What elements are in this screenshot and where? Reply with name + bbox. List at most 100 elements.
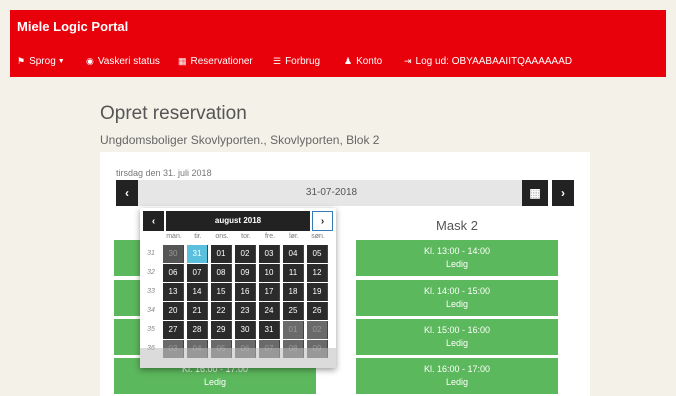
logout-icon: ⇥: [404, 56, 412, 66]
day-cell[interactable]: 30: [235, 321, 256, 339]
calendar-button[interactable]: ▦: [522, 180, 548, 206]
day-cell[interactable]: 01: [211, 245, 232, 263]
day-cell[interactable]: 23: [235, 302, 256, 320]
nav-forbrug[interactable]: ☰ Forbrug: [273, 56, 320, 67]
prev-month-button[interactable]: ‹: [143, 211, 164, 231]
day-cell[interactable]: 03: [259, 245, 280, 263]
nav-sprog-label: Sprog: [29, 56, 56, 67]
weekday-label: tor.: [241, 233, 251, 240]
calendar-icon: ▦: [178, 56, 187, 66]
weekday-label: tir.: [194, 233, 202, 240]
slot-mask2-1[interactable]: Kl. 13:00 - 14:00 Ledig: [356, 240, 558, 276]
nav-vaskeri-status[interactable]: ◉ Vaskeri status: [86, 56, 160, 67]
slot-status: Ledig: [445, 259, 469, 269]
day-cell[interactable]: 08: [211, 264, 232, 282]
day-cell[interactable]: 21: [187, 302, 208, 320]
day-cell[interactable]: 05: [307, 245, 328, 263]
day-cell[interactable]: 30: [163, 245, 184, 263]
day-cell[interactable]: 14: [187, 283, 208, 301]
date-value: 31-07-2018: [305, 187, 358, 198]
datepicker-fade: [140, 348, 336, 368]
nav-reservationer[interactable]: ▦ Reservationer: [178, 56, 253, 67]
slot-mask2-2[interactable]: Kl. 14:00 - 15:00 Ledig: [356, 280, 558, 316]
slot-time: Kl. 15:00 - 16:00: [423, 325, 491, 335]
day-cell[interactable]: 15: [211, 283, 232, 301]
date-label: tirsdag den 31. juli 2018: [116, 168, 212, 178]
nav-sprog[interactable]: ⚑ Sprog ▼: [17, 56, 65, 67]
day-cell[interactable]: 31: [187, 245, 208, 263]
slot-status: Ledig: [203, 377, 227, 387]
weekday-label: fre.: [264, 233, 276, 240]
day-cell[interactable]: 12: [307, 264, 328, 282]
weekday-label: man.: [166, 233, 182, 240]
day-cell[interactable]: 25: [283, 302, 304, 320]
week-number: 31: [147, 250, 155, 257]
datepicker: ‹ august 2018 › man. tir. ons. tor. fre. lør.…: [140, 208, 336, 368]
slot-mask2-4[interactable]: Kl. 16:00 - 17:00 Ledig: [356, 358, 558, 394]
flag-icon: ⚑: [17, 56, 26, 66]
calendar-icon: ▦: [529, 186, 541, 200]
day-cell[interactable]: 22: [211, 302, 232, 320]
day-cell[interactable]: 31: [259, 321, 280, 339]
day-cell[interactable]: 13: [163, 283, 184, 301]
slot-time: Kl. 16:00 - 17:00: [423, 364, 491, 374]
nav-forbrug-label: Forbrug: [285, 56, 321, 67]
day-cell[interactable]: 16: [235, 283, 256, 301]
nav-vaskeri-label: Vaskeri status: [97, 56, 160, 67]
prev-day-button[interactable]: ‹: [116, 180, 138, 206]
nav-konto[interactable]: ♟ Konto: [344, 56, 382, 67]
datepicker-header: ‹ august 2018 ›: [140, 208, 336, 233]
eye-icon: ◉: [86, 56, 94, 66]
day-cell[interactable]: 11: [283, 264, 304, 282]
slot-mask2-3[interactable]: Kl. 15:00 - 16:00 Ledig: [356, 319, 558, 355]
caret-down-icon: ▼: [57, 58, 65, 65]
weekday-label: lør.: [289, 233, 299, 240]
weekday-label: søn.: [311, 233, 325, 240]
week-number: 34: [147, 307, 155, 314]
machine-title: Mask 2: [436, 218, 478, 233]
day-cell[interactable]: 19: [307, 283, 328, 301]
weekday-label: ons.: [215, 233, 229, 240]
chevron-right-icon: ›: [320, 215, 325, 227]
day-cell[interactable]: 26: [307, 302, 328, 320]
day-cell[interactable]: 29: [211, 321, 232, 339]
day-cell[interactable]: 24: [259, 302, 280, 320]
slot-status: Ledig: [445, 377, 469, 387]
page-title: Opret reservation: [100, 103, 247, 124]
month-title[interactable]: august 2018: [166, 211, 310, 231]
slot-time: Kl. 14:00 - 15:00: [423, 286, 491, 296]
day-cell[interactable]: 17: [259, 283, 280, 301]
chevron-right-icon: ›: [561, 186, 565, 200]
nav-logud-label: Log ud: OBYAABAAIITQAAAAAAD: [415, 56, 573, 67]
chevron-left-icon: ‹: [125, 186, 129, 200]
day-cell[interactable]: 04: [283, 245, 304, 263]
slot-status: Ledig: [445, 299, 469, 309]
day-cell[interactable]: 06: [163, 264, 184, 282]
day-cell[interactable]: 07: [187, 264, 208, 282]
week-number: 35: [147, 326, 155, 333]
day-cell[interactable]: 20: [163, 302, 184, 320]
nav-reservationer-label: Reservationer: [190, 56, 253, 67]
week-number: 33: [147, 288, 155, 295]
brand[interactable]: Miele Logic Portal: [17, 19, 128, 34]
day-cell[interactable]: 01: [283, 321, 304, 339]
day-cell[interactable]: 28: [187, 321, 208, 339]
nav-konto-label: Konto: [356, 56, 383, 67]
slot-status: Ledig: [445, 338, 469, 348]
day-cell[interactable]: 10: [259, 264, 280, 282]
slot-time: Kl. 13:00 - 14:00: [423, 246, 491, 256]
day-cell[interactable]: 09: [235, 264, 256, 282]
chevron-left-icon: ‹: [151, 215, 156, 227]
date-input[interactable]: 31-07-2018: [116, 180, 547, 206]
nav-logud[interactable]: ⇥ Log ud: OBYAABAAIITQAAAAAAD: [404, 56, 572, 67]
next-day-button[interactable]: ›: [552, 180, 574, 206]
navbar: Miele Logic Portal ⚑ Sprog ▼ ◉ Vaskeri s…: [10, 10, 666, 77]
day-cell[interactable]: 18: [283, 283, 304, 301]
next-month-button[interactable]: ›: [312, 211, 333, 231]
page-subtitle: Ungdomsboliger Skovlyporten., Skovlyport…: [100, 133, 380, 147]
user-icon: ♟: [344, 56, 353, 66]
day-cell[interactable]: 27: [163, 321, 184, 339]
day-cell[interactable]: 02: [307, 321, 328, 339]
day-cell[interactable]: 02: [235, 245, 256, 263]
week-number: 32: [147, 269, 155, 276]
